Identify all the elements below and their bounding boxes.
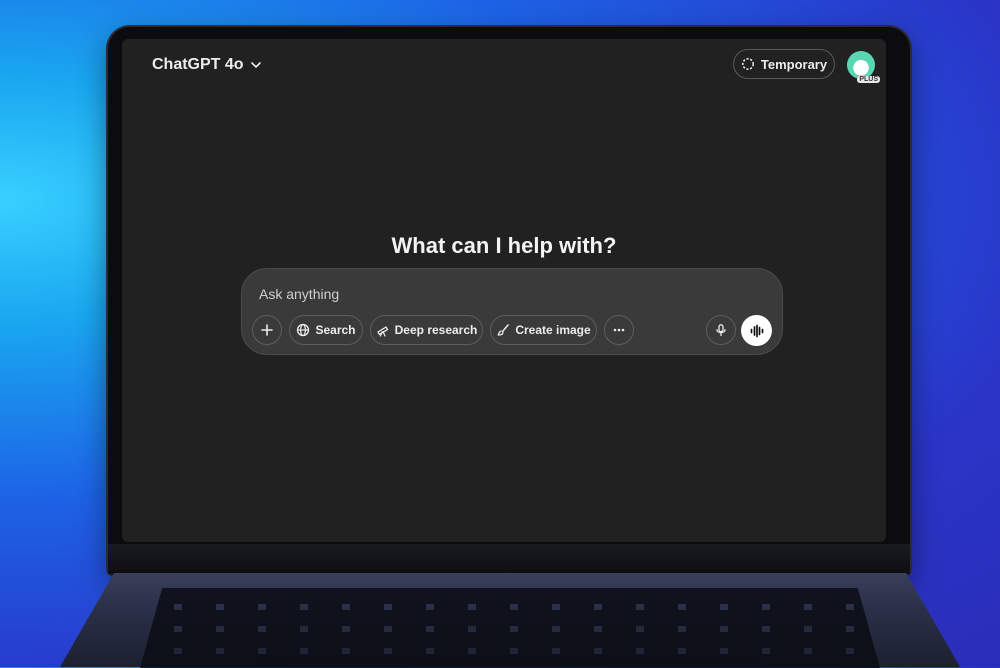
avatar[interactable]: PLUS [847,51,880,83]
dictate-button[interactable] [706,315,736,345]
page-title: What can I help with? [391,233,617,258]
add-attachment-button[interactable] [252,315,282,345]
app-screen: ChatGPT 4o Temporary PLUS What can I hel… [122,39,886,542]
composer: Ask anything Search Deep research Create… [241,268,783,355]
telescope-icon [376,326,388,337]
laptop-hinge [108,544,910,574]
temporary-chat-button[interactable]: Temporary [733,49,835,79]
voice-mode-button[interactable] [741,315,772,346]
globe-icon [297,323,310,337]
plus-icon [261,324,273,336]
keyboard [140,588,880,668]
search-label: Search [315,323,356,337]
deep-research-button[interactable]: Deep research [370,315,483,345]
search-button[interactable]: Search [289,315,363,345]
chevron-down-icon [250,62,261,69]
temporary-chat-icon [741,58,754,70]
laptop-bezel: ChatGPT 4o Temporary PLUS What can I hel… [108,27,910,575]
more-tools-button[interactable] [604,315,634,345]
microphone-icon [716,324,726,337]
deep-research-label: Deep research [394,323,478,337]
model-selector[interactable]: ChatGPT 4o [152,56,262,74]
create-image-button[interactable]: Create image [490,315,597,345]
more-icon [613,328,625,332]
voice-wave-icon [750,324,763,337]
temporary-label: Temporary [760,56,828,72]
prompt-input[interactable]: Ask anything [259,286,339,302]
create-image-label: Create image [515,323,591,337]
plan-badge: PLUS [857,76,880,83]
brush-icon [497,324,510,336]
model-name: ChatGPT 4o [152,56,244,73]
